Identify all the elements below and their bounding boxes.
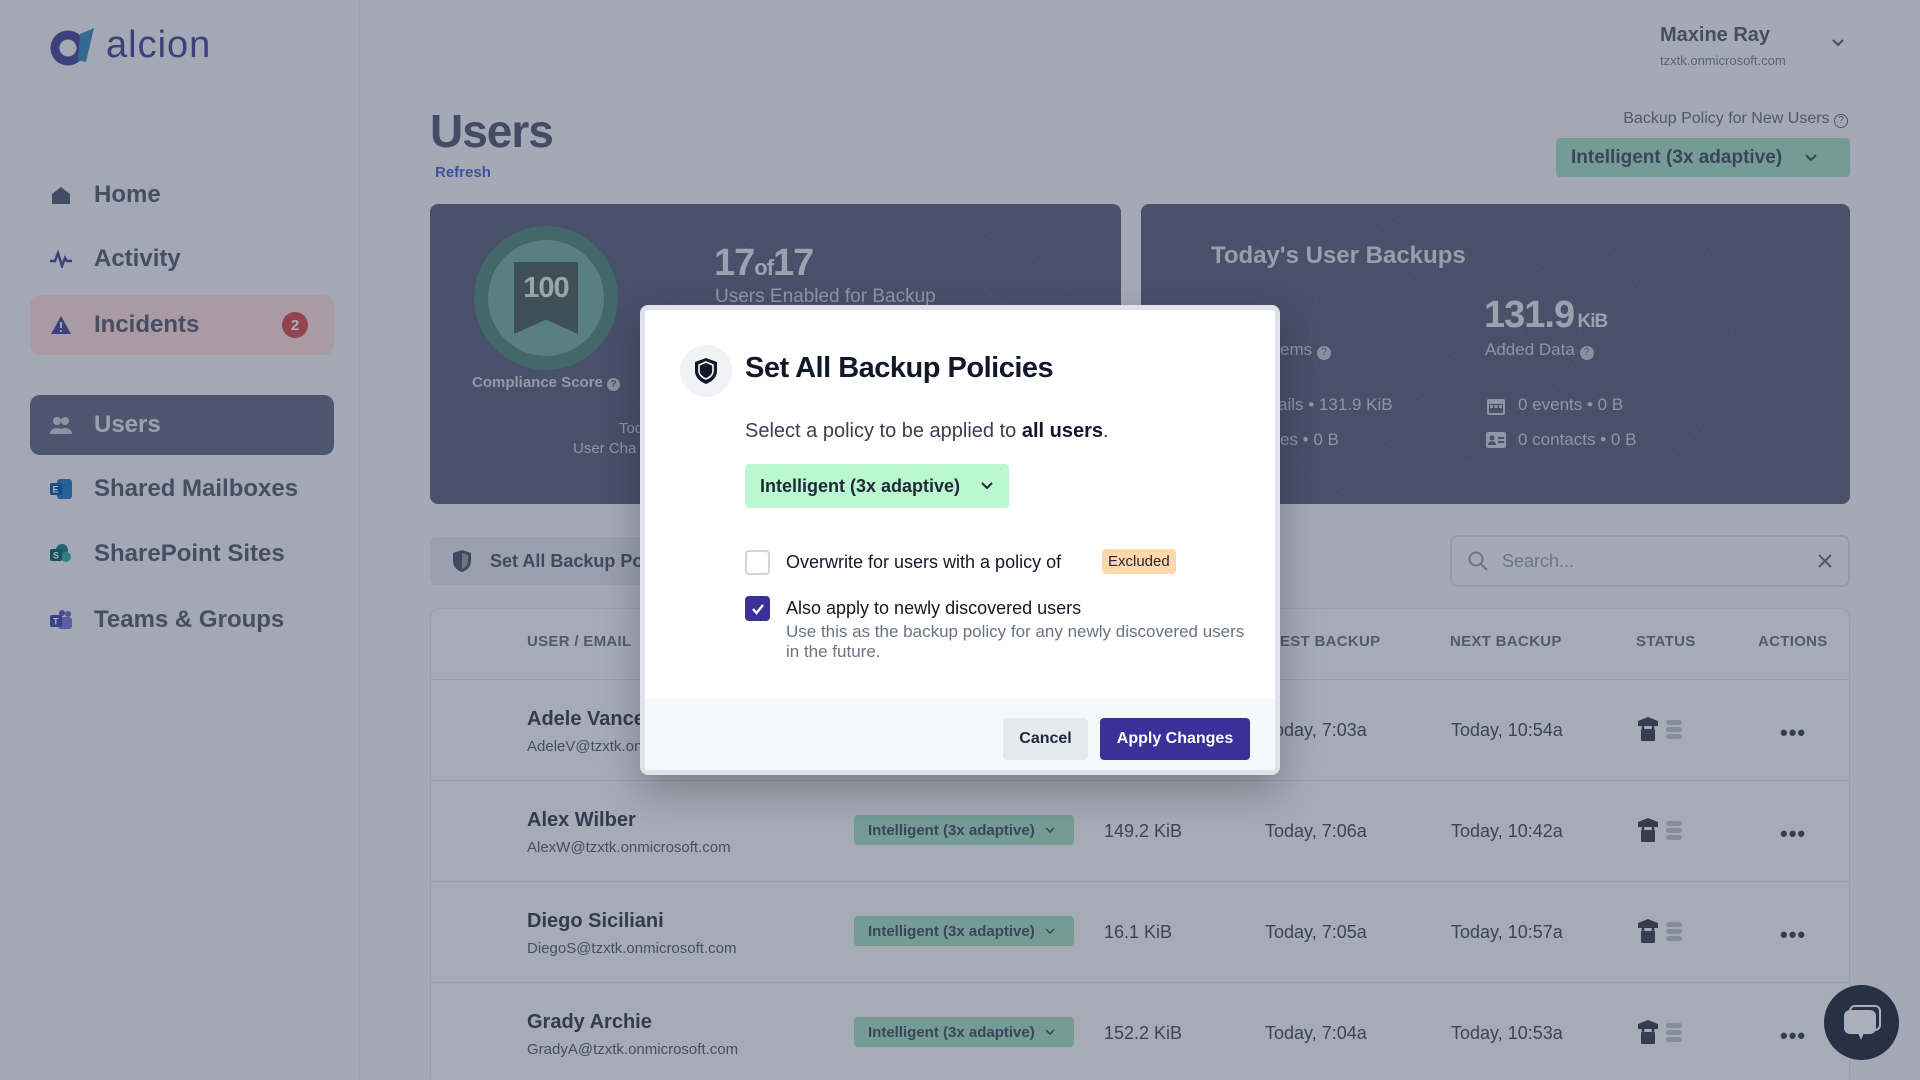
policy-select-value: Intelligent (3x adaptive) bbox=[760, 475, 961, 496]
excluded-badge: Excluded bbox=[1102, 549, 1176, 574]
dialog-prompt: Select a policy to be applied to all use… bbox=[745, 420, 1109, 442]
apply-new-users-checkbox[interactable] bbox=[745, 596, 770, 621]
apply-new-users-label: Also apply to newly discovered users bbox=[786, 598, 1082, 618]
apply-new-users-description: Use this as the backup policy for any ne… bbox=[786, 622, 1245, 661]
dialog-footer: Cancel Apply Changes bbox=[645, 698, 1275, 770]
checkmark-icon bbox=[751, 603, 764, 615]
dialog-title: Set All Backup Policies bbox=[745, 352, 1054, 384]
set-all-backup-policies-dialog: Set All Backup Policies Select a policy … bbox=[640, 305, 1280, 775]
shield-icon bbox=[695, 358, 717, 384]
apply-changes-button[interactable]: Apply Changes bbox=[1100, 718, 1250, 760]
policy-select-dropdown[interactable]: Intelligent (3x adaptive) bbox=[745, 464, 1009, 508]
dialog-icon-circle bbox=[680, 345, 732, 397]
chevron-down-icon bbox=[981, 482, 993, 490]
overwrite-label: Overwrite for users with a policy of bbox=[786, 552, 1062, 572]
overwrite-excluded-checkbox[interactable] bbox=[745, 550, 770, 575]
cancel-button[interactable]: Cancel bbox=[1003, 718, 1088, 760]
